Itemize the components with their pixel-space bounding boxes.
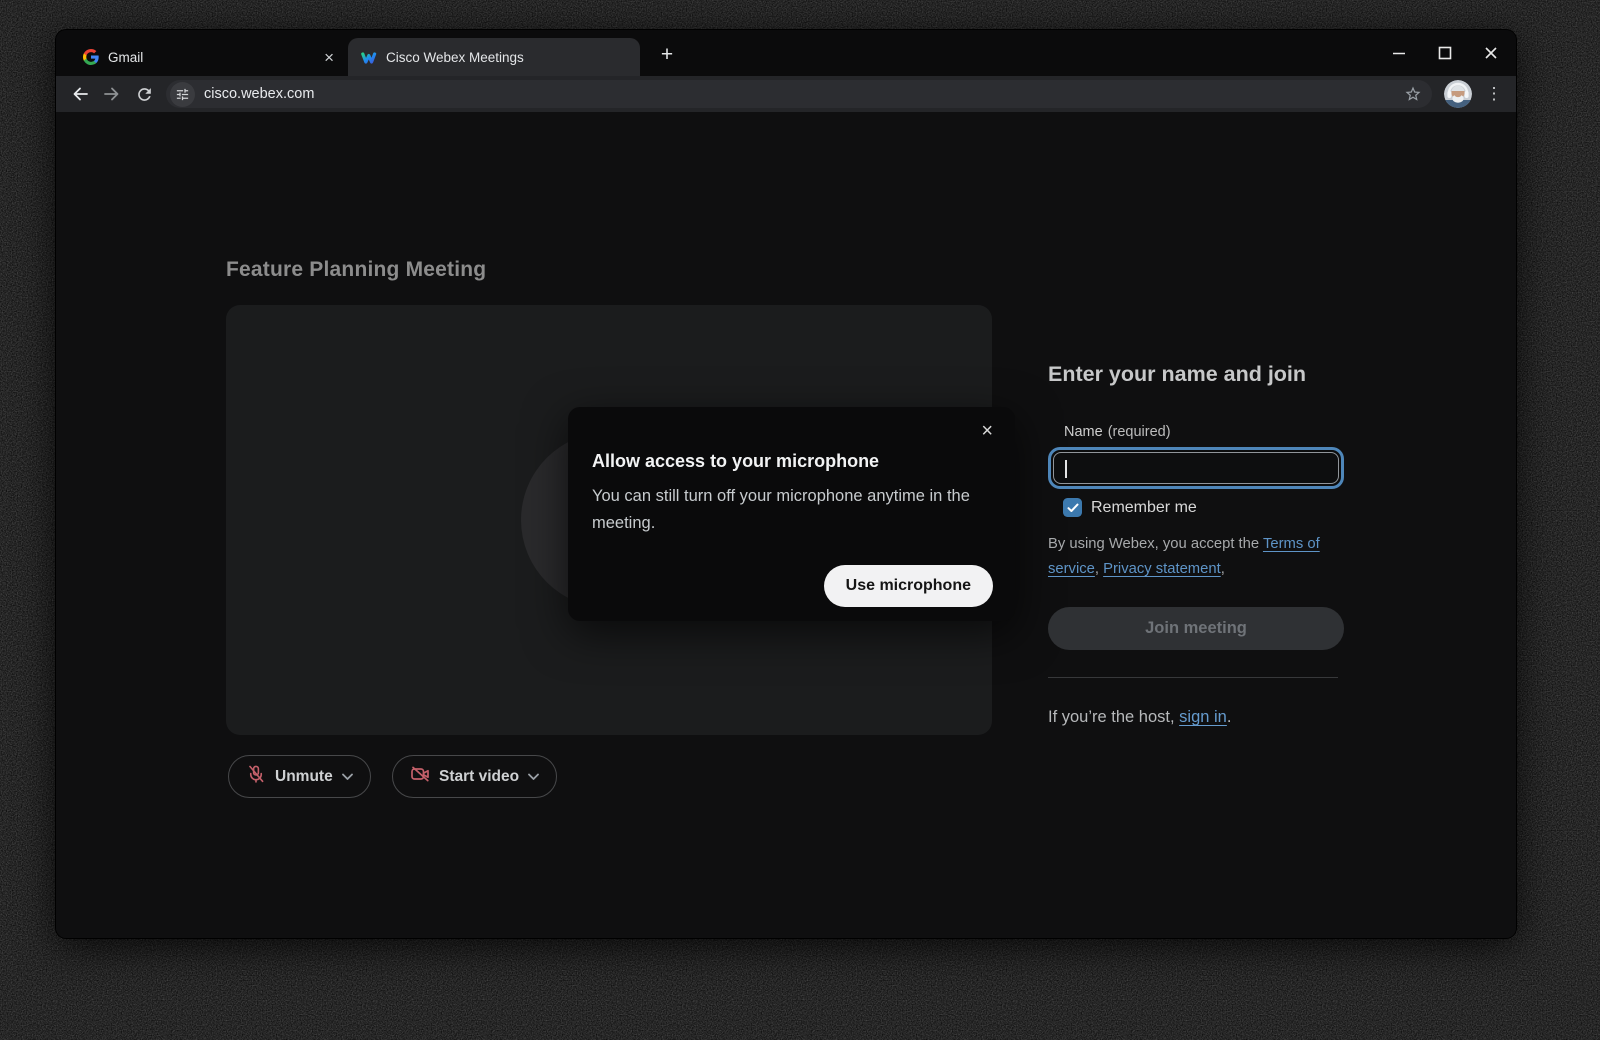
join-meeting-button[interactable]: Join meeting [1048,607,1344,650]
name-field-label: Name (required) [1064,424,1344,440]
start-video-button[interactable]: Start video [392,755,557,798]
unmute-button[interactable]: Unmute [228,755,371,798]
webex-page: Feature Planning Meeting × Allow access … [56,112,1516,938]
window-controls [1390,30,1500,76]
name-required-text: (required) [1108,424,1171,440]
google-g-icon [82,49,99,66]
name-label-text: Name [1064,424,1103,440]
mic-muted-icon [246,764,266,789]
tab-title: Gmail [108,50,320,65]
new-tab-button[interactable]: + [654,42,680,68]
panel-divider [1048,677,1338,678]
webex-icon [360,49,377,66]
tab-webex-active[interactable]: Cisco Webex Meetings [348,38,640,76]
tab-gmail[interactable]: Gmail × [70,38,348,76]
meeting-title: Feature Planning Meeting [226,258,486,282]
join-panel: Enter your name and join Name(required) … [1048,362,1344,727]
remember-me-checkbox[interactable] [1063,498,1082,517]
chevron-down-icon[interactable] [342,768,353,786]
forward-button[interactable] [98,80,126,108]
unmute-label: Unmute [275,768,333,786]
profile-avatar[interactable] [1444,80,1472,108]
host-sign-in-line: If you’re the host, sign in. [1048,708,1344,727]
use-microphone-button[interactable]: Use microphone [824,565,993,607]
omnibox[interactable]: cisco.webex.com [166,80,1432,108]
back-button[interactable] [66,80,94,108]
privacy-statement-link[interactable]: Privacy statement [1103,561,1221,577]
remember-me-label[interactable]: Remember me [1091,499,1197,517]
dialog-title: Allow access to your microphone [592,451,879,472]
name-field-focus-ring [1048,447,1344,489]
tab-close-icon[interactable]: × [320,48,338,67]
maximize-button[interactable] [1436,44,1454,62]
dialog-body: You can still turn off your microphone a… [592,483,996,537]
join-heading: Enter your name and join [1048,362,1344,387]
remember-me-row: Remember me [1048,498,1344,517]
chevron-down-icon[interactable] [528,768,539,786]
microphone-permission-dialog: × Allow access to your microphone You ca… [568,407,1015,621]
url-text[interactable]: cisco.webex.com [204,86,1400,102]
text-caret [1065,460,1067,478]
browser-menu-icon[interactable]: ⋮ [1482,80,1506,108]
name-field [1053,452,1339,484]
tab-strip: Gmail × Cisco Webex Meetings + [56,30,1516,76]
terms-suffix: , [1221,561,1225,577]
tab-title: Cisco Webex Meetings [386,50,628,65]
minimize-button[interactable] [1390,44,1408,62]
browser-window: Gmail × Cisco Webex Meetings + [56,30,1516,938]
start-video-label: Start video [439,768,519,786]
dialog-close-icon[interactable]: × [977,419,997,443]
bookmark-star-icon[interactable] [1400,81,1426,107]
terms-separator: , [1095,561,1103,577]
terms-prefix: By using Webex, you accept the [1048,536,1263,552]
close-window-button[interactable] [1482,44,1500,62]
camera-off-icon [410,764,430,789]
host-suffix: . [1227,708,1232,726]
browser-toolbar: cisco.webex.com ⋮ [56,76,1516,112]
terms-text: By using Webex, you accept the Terms of … [1048,532,1342,582]
host-prefix: If you’re the host, [1048,708,1179,726]
site-info-icon[interactable] [170,82,195,107]
reload-button[interactable] [130,80,158,108]
sign-in-link[interactable]: sign in [1179,708,1227,726]
name-input[interactable] [1054,453,1338,483]
